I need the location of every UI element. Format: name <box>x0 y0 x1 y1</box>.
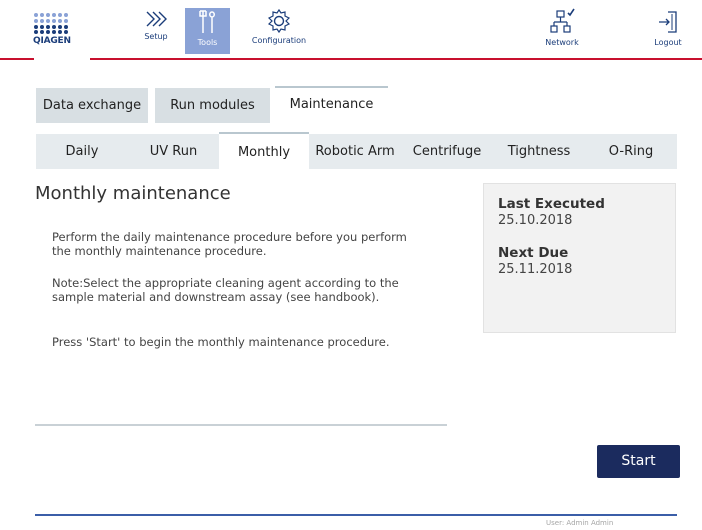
tab-centrifuge[interactable]: Centrifuge <box>401 134 493 169</box>
page-title: Monthly maintenance <box>35 183 231 204</box>
footer-line <box>35 514 677 516</box>
next-due-value: 25.11.2018 <box>498 262 573 277</box>
network-icon <box>550 8 575 33</box>
nav-network-label: Network <box>545 38 579 47</box>
start-button[interactable]: Start <box>597 445 680 478</box>
tab-uv-run[interactable]: UV Run <box>128 134 219 169</box>
last-executed-label: Last Executed <box>498 196 605 212</box>
logo-dots-icon <box>34 13 68 34</box>
nav-configuration-label: Configuration <box>251 36 307 45</box>
instruction-paragraph-1: Perform the daily maintenance procedure … <box>52 230 407 258</box>
schedule-info-panel: Last Executed 25.10.2018 Next Due 25.11.… <box>483 183 676 333</box>
tab-run-modules[interactable]: Run modules <box>155 88 270 123</box>
last-executed-value: 25.10.2018 <box>498 213 573 228</box>
logout-icon <box>659 11 677 33</box>
nav-network-button[interactable]: Network <box>540 8 584 54</box>
next-due-label: Next Due <box>498 245 569 261</box>
gear-icon <box>267 8 291 34</box>
qiagen-logo: QIAGEN <box>33 12 71 52</box>
nav-configuration-button[interactable]: Configuration <box>246 8 312 54</box>
tab-o-ring[interactable]: O-Ring <box>585 134 677 169</box>
content-divider <box>35 424 447 426</box>
nav-tools-button[interactable]: Tools <box>185 8 230 54</box>
tab-robotic-arm[interactable]: Robotic Arm <box>309 134 401 169</box>
chevrons-right-icon <box>146 11 167 27</box>
header-red-line-left <box>0 58 34 60</box>
nav-tools-label: Tools <box>197 38 218 47</box>
tab-monthly[interactable]: Monthly <box>219 132 309 169</box>
nav-logout-label: Logout <box>654 38 682 47</box>
tab-daily[interactable]: Daily <box>36 134 128 169</box>
top-navigation-bar: QIAGEN Setup Tools Configuration Network <box>0 0 702 62</box>
nav-logout-button[interactable]: Logout <box>646 8 690 54</box>
instruction-paragraph-2: Note:Select the appropriate cleaning age… <box>52 276 399 304</box>
logo-wordmark: QIAGEN <box>33 36 71 46</box>
nav-setup-label: Setup <box>144 32 168 41</box>
tools-icon <box>198 10 215 33</box>
tab-data-exchange[interactable]: Data exchange <box>36 88 148 123</box>
current-user-label: User: Admin Admin <box>546 519 614 527</box>
tab-maintenance[interactable]: Maintenance <box>275 86 388 123</box>
instruction-paragraph-3: Press 'Start' to begin the monthly maint… <box>52 335 390 349</box>
nav-setup-button[interactable]: Setup <box>134 8 178 54</box>
header-red-line-right <box>90 58 702 60</box>
tab-tightness[interactable]: Tightness <box>493 134 585 169</box>
